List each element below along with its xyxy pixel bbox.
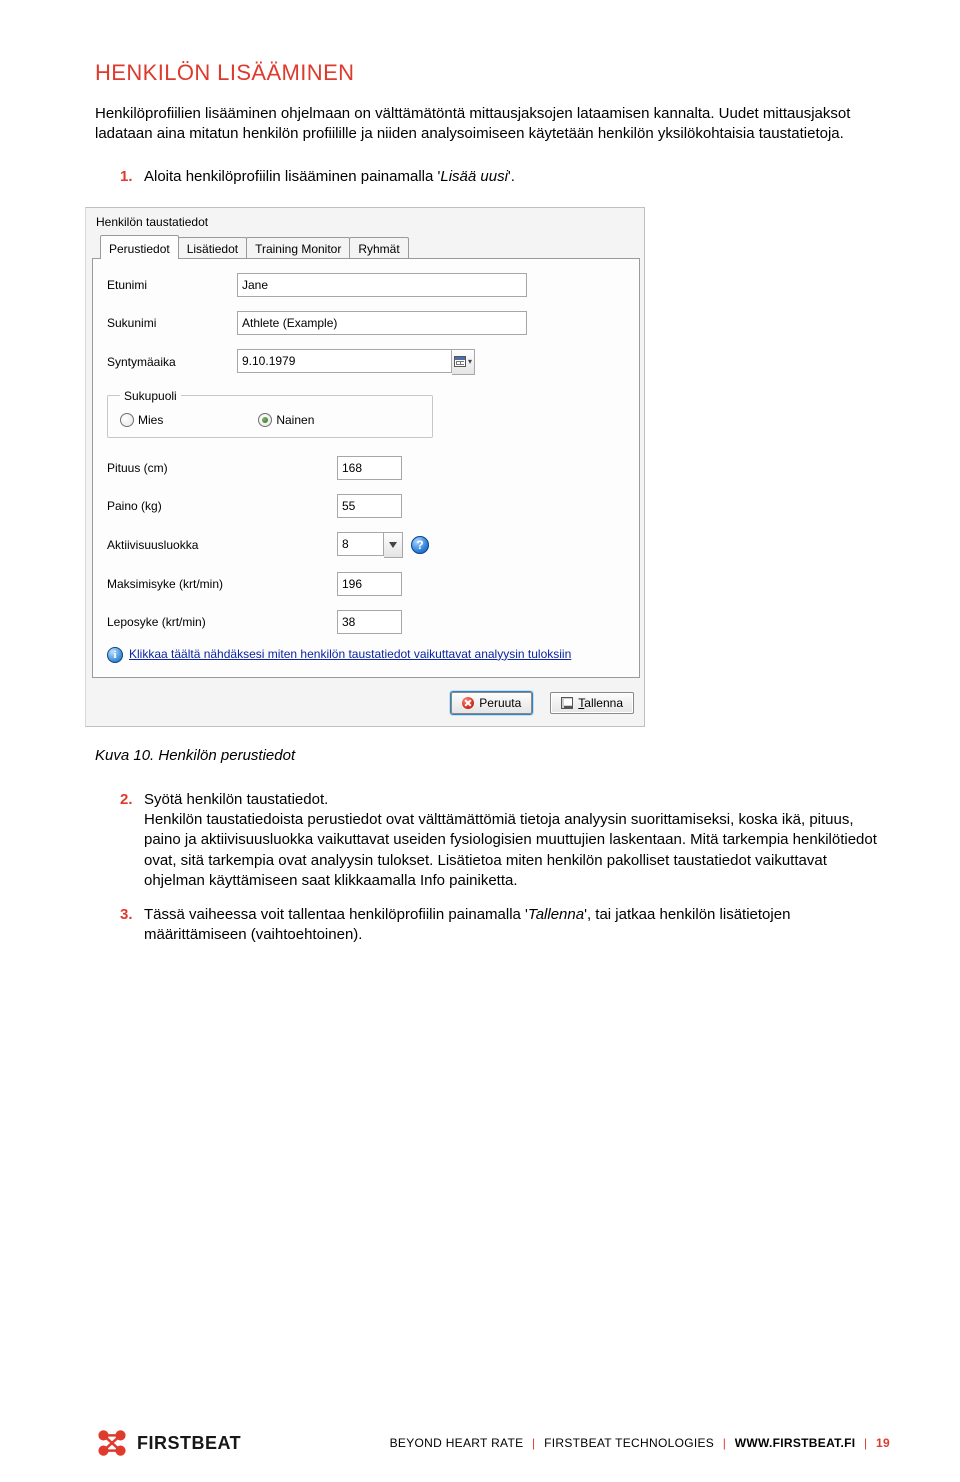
height-input[interactable] bbox=[337, 456, 402, 480]
calendar-icon bbox=[454, 356, 466, 367]
gender-male-label: Mies bbox=[138, 413, 163, 427]
save-button-label: Tallenna bbox=[578, 696, 623, 710]
intro-paragraph: Henkilöprofiilien lisääminen ohjelmaan o… bbox=[95, 104, 890, 145]
section-heading: HENKILÖN LISÄÄMINEN bbox=[95, 60, 890, 86]
brand-logo: FIRSTBEAT bbox=[95, 1426, 241, 1460]
chevron-down-icon: ▾ bbox=[468, 357, 472, 366]
height-label: Pituus (cm) bbox=[107, 461, 337, 475]
activity-label: Aktiivisuusluokka bbox=[107, 538, 337, 552]
step-3-number: 3. bbox=[120, 905, 133, 925]
tab-ryhmat[interactable]: Ryhmät bbox=[349, 237, 408, 259]
close-icon bbox=[462, 697, 474, 709]
dialog-tabs: Perustiedot Lisätiedot Training Monitor … bbox=[100, 235, 640, 259]
step-1-text: Aloita henkilöprofiilin lisääminen paina… bbox=[144, 168, 440, 185]
gender-male-radio[interactable]: Mies bbox=[120, 413, 163, 427]
step-2-lead: Syötä henkilön taustatiedot. bbox=[144, 791, 328, 808]
step-2: 2. Syötä henkilön taustatiedot. Henkilön… bbox=[120, 790, 890, 891]
gender-legend: Sukupuoli bbox=[120, 389, 181, 403]
tab-perustiedot[interactable]: Perustiedot bbox=[100, 235, 179, 259]
step-1: 1. Aloita henkilöprofiilin lisääminen pa… bbox=[120, 167, 890, 187]
save-icon bbox=[561, 697, 573, 709]
radio-icon bbox=[258, 413, 272, 427]
radio-icon bbox=[120, 413, 134, 427]
gender-group: Sukupuoli Mies Nainen bbox=[107, 389, 433, 438]
tab-panel-perustiedot: Etunimi Sukunimi Syntymäaika ▾ bbox=[92, 258, 640, 678]
chevron-down-icon bbox=[389, 542, 397, 548]
info-link[interactable]: Klikkaa täältä nähdäksesi miten henkilön… bbox=[129, 646, 571, 662]
hrmax-input[interactable] bbox=[337, 572, 402, 596]
activity-select[interactable] bbox=[337, 532, 384, 556]
lastname-label: Sukunimi bbox=[107, 316, 237, 330]
firstname-input[interactable] bbox=[237, 273, 527, 297]
tab-lisatiedot[interactable]: Lisätiedot bbox=[178, 237, 247, 259]
gender-female-label: Nainen bbox=[276, 413, 314, 427]
footer-text: BEYOND HEART RATE | FIRSTBEAT TECHNOLOGI… bbox=[390, 1436, 890, 1450]
dob-calendar-button[interactable]: ▾ bbox=[452, 349, 475, 375]
lastname-input[interactable] bbox=[237, 311, 527, 335]
step-2-body: Henkilön taustatiedoista perustiedot ova… bbox=[144, 811, 877, 889]
hrmax-label: Maksimisyke (krt/min) bbox=[107, 577, 337, 591]
logo-wordmark: FIRSTBEAT bbox=[137, 1433, 241, 1454]
save-button[interactable]: Tallenna bbox=[550, 692, 634, 714]
tab-training-monitor[interactable]: Training Monitor bbox=[246, 237, 350, 259]
cancel-button-label: Peruuta bbox=[479, 696, 521, 710]
dialog-title: Henkilön taustatiedot bbox=[92, 212, 640, 235]
gender-female-radio[interactable]: Nainen bbox=[258, 413, 314, 427]
logo-mark-icon bbox=[95, 1426, 129, 1460]
step-2-number: 2. bbox=[120, 790, 133, 810]
step-1-tail: '. bbox=[508, 168, 515, 185]
step-1-button-name: Lisää uusi bbox=[440, 168, 508, 185]
footer-page-number: 19 bbox=[876, 1436, 890, 1450]
weight-label: Paino (kg) bbox=[107, 499, 337, 513]
hrrest-input[interactable] bbox=[337, 610, 402, 634]
weight-input[interactable] bbox=[337, 494, 402, 518]
dob-label: Syntymäaika bbox=[107, 355, 237, 369]
info-icon: i bbox=[107, 647, 123, 663]
footer-slogan: BEYOND HEART RATE bbox=[390, 1436, 524, 1450]
firstname-label: Etunimi bbox=[107, 278, 237, 292]
hrrest-label: Leposyke (krt/min) bbox=[107, 615, 337, 629]
activity-dropdown-button[interactable] bbox=[384, 532, 403, 558]
step-3-button-name: Tallenna bbox=[528, 906, 584, 923]
step-1-number: 1. bbox=[120, 167, 133, 187]
footer-url: WWW.FIRSTBEAT.FI bbox=[735, 1436, 856, 1450]
dob-input[interactable] bbox=[237, 349, 452, 373]
help-icon[interactable]: ? bbox=[411, 536, 429, 554]
figure-caption: Kuva 10. Henkilön perustiedot bbox=[95, 747, 890, 764]
footer-company: FIRSTBEAT TECHNOLOGIES bbox=[544, 1436, 714, 1450]
person-background-dialog: Henkilön taustatiedot Perustiedot Lisäti… bbox=[85, 207, 645, 727]
step-3-pre: Tässä vaiheessa voit tallentaa henkilöpr… bbox=[144, 906, 528, 923]
step-3: 3. Tässä vaiheessa voit tallentaa henkil… bbox=[120, 905, 890, 946]
cancel-button[interactable]: Peruuta bbox=[451, 692, 532, 714]
